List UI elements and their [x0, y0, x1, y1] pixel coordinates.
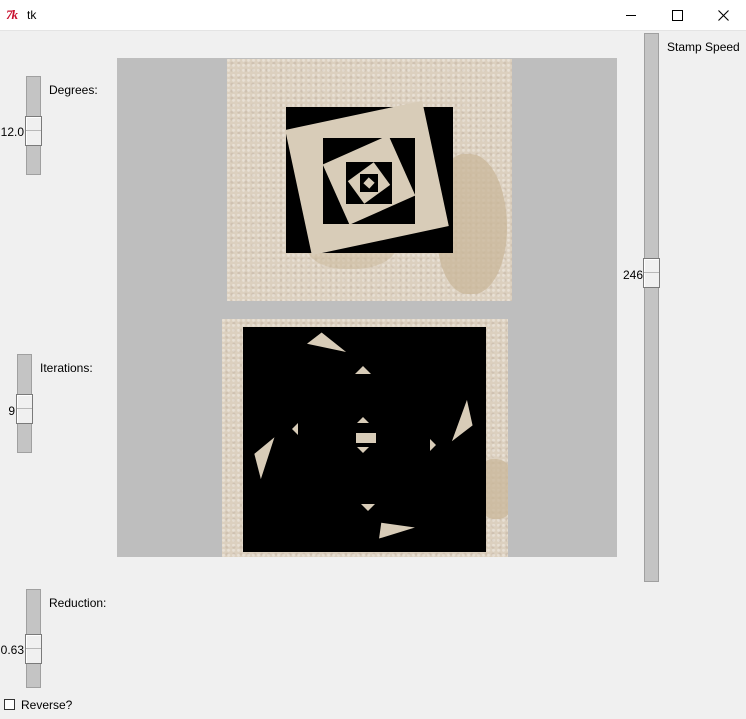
reverse-checkbox[interactable] — [4, 699, 15, 710]
reverse-label[interactable]: Reverse? — [21, 698, 72, 712]
minimize-icon — [626, 14, 636, 16]
degrees-label: Degrees: — [49, 83, 98, 97]
triangle-shard-9 — [357, 417, 369, 423]
close-icon — [717, 9, 729, 21]
degrees-scale-thumb[interactable] — [25, 116, 42, 146]
iterations-scale-thumb[interactable] — [16, 394, 33, 424]
maximize-icon — [671, 9, 683, 21]
triangle-shard-10 — [357, 447, 369, 453]
maximize-button[interactable] — [654, 0, 700, 30]
stamp-speed-scale-thumb[interactable] — [643, 258, 660, 288]
source-image-panel — [227, 59, 512, 301]
result-image-panel — [222, 319, 508, 557]
reduction-scale-thumb[interactable] — [25, 634, 42, 664]
window-title: tk — [27, 8, 37, 22]
minimize-button[interactable] — [608, 0, 654, 30]
reduction-label: Reduction: — [49, 596, 107, 610]
stamp-speed-value: 246 — [622, 268, 643, 282]
drawing-canvas[interactable] — [117, 58, 617, 557]
stamp-speed-scale[interactable] — [644, 33, 659, 582]
triangle-shard-7 — [292, 423, 298, 435]
close-button[interactable] — [700, 0, 746, 30]
title-bar: 7k tk — [0, 0, 746, 31]
stamp-speed-label: Stamp Speed — [667, 40, 740, 54]
triangle-shard-8 — [430, 439, 436, 451]
iterations-label: Iterations: — [40, 361, 93, 375]
iterations-value: 9 — [8, 404, 15, 418]
center-fragment — [356, 433, 376, 443]
reduction-value: 0.63 — [0, 643, 24, 657]
tk-logo-icon: 7k — [6, 7, 18, 22]
degrees-value: 12.0 — [0, 125, 24, 139]
triangle-shard-6 — [361, 504, 375, 511]
triangle-shard-5 — [355, 366, 371, 374]
